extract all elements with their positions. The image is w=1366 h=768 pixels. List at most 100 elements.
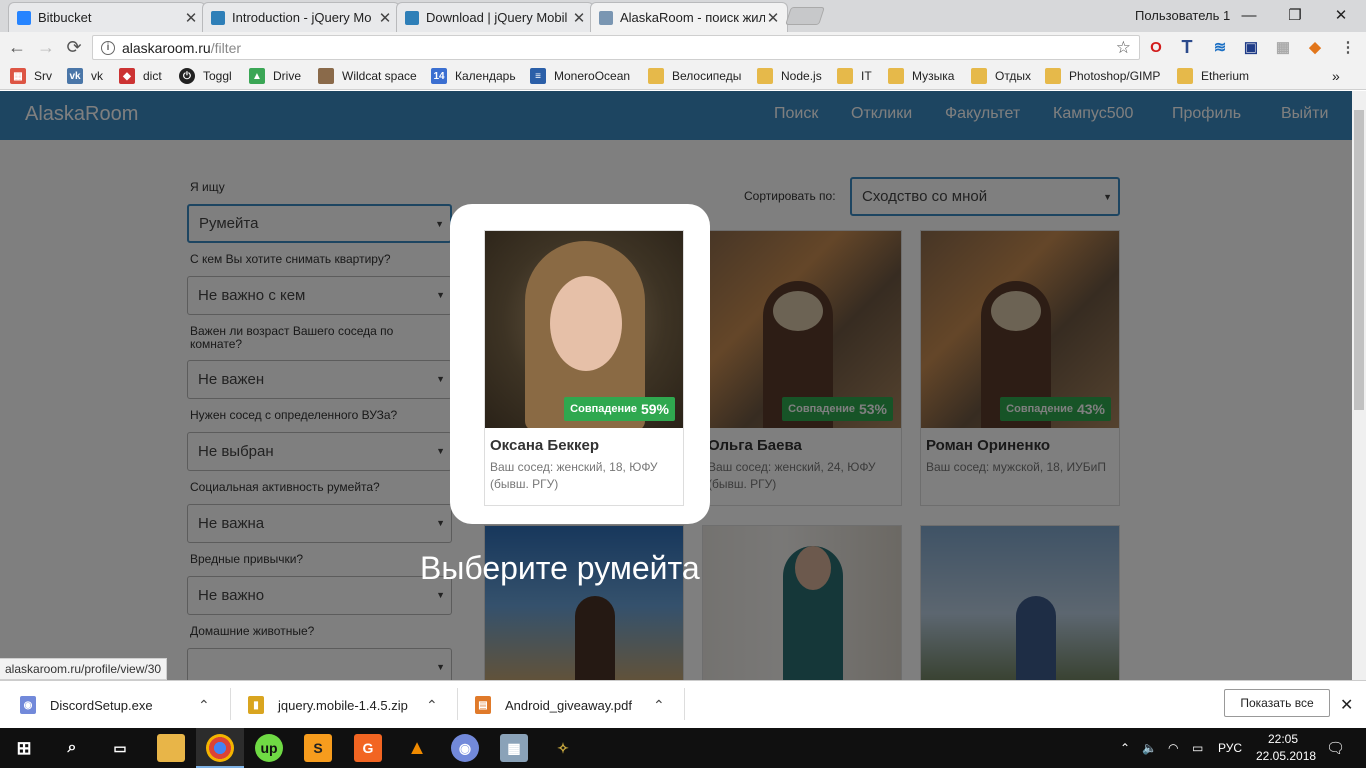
clock-date: 22.05.2018: [1256, 749, 1317, 763]
minimize-button[interactable]: —: [1226, 0, 1272, 30]
url-path: /filter: [210, 39, 242, 56]
download-separator: [230, 688, 231, 720]
download-menu-chevron[interactable]: ⌃: [426, 688, 438, 722]
bookmark-folder-photoshop[interactable]: Photoshop/GIMP: [1045, 66, 1160, 86]
upwork-icon[interactable]: up: [255, 734, 283, 762]
bookmark-toggl[interactable]: ⏻ Toggl: [179, 66, 232, 86]
card-name: Оксана Беккер: [490, 437, 600, 454]
alaskaroom-icon: [599, 10, 613, 25]
forward-button[interactable]: →: [35, 36, 57, 58]
tab-alaskaroom[interactable]: AlaskaRoom - поиск жил ✕: [590, 2, 788, 32]
bookmark-folder-etherium[interactable]: Etherium: [1177, 66, 1249, 86]
back-button[interactable]: ←: [6, 36, 28, 58]
calendar-icon: 14: [431, 68, 447, 84]
wave-icon[interactable]: ≋: [1210, 37, 1230, 57]
search-icon[interactable]: ⌕: [58, 734, 86, 762]
menu-icon[interactable]: ⋮: [1338, 37, 1358, 57]
extension-icon[interactable]: ▣: [1241, 37, 1261, 57]
translate-icon[interactable]: T: [1177, 37, 1197, 57]
bitbucket-icon: [17, 10, 31, 25]
new-tab-button[interactable]: [785, 7, 825, 25]
download-item[interactable]: ▮ jquery.mobile-1.4.5.zip: [248, 688, 408, 722]
dict-icon: ◆: [119, 68, 135, 84]
toggl-icon: ⏻: [179, 68, 195, 84]
vlc-icon[interactable]: ▲: [403, 734, 431, 762]
bookmark-vk[interactable]: vk vk: [67, 66, 103, 86]
url-host: alaskaroom.ru: [122, 39, 211, 56]
app-gecko-icon[interactable]: ✧: [549, 734, 577, 762]
page-scrollbar-thumb[interactable]: [1354, 110, 1364, 410]
bookmark-folder-bikes[interactable]: Велосипеды: [648, 66, 741, 86]
roommate-card-highlighted[interactable]: Совпадение 59% Оксана Беккер Ваш сосед: ж…: [484, 230, 684, 506]
extension-grey-icon[interactable]: ▦: [1273, 37, 1293, 57]
close-icon[interactable]: ✕: [765, 9, 781, 27]
bookmark-folder-rest[interactable]: Отдых: [971, 66, 1031, 86]
jquery-icon: [405, 10, 419, 25]
bookmarks-more-button[interactable]: »: [1332, 66, 1340, 86]
tab-jquery-intro[interactable]: Introduction - jQuery Mo ✕: [202, 2, 400, 32]
profile-user-label[interactable]: Пользователь 1: [1135, 0, 1230, 30]
profile-photo: Совпадение 59%: [485, 231, 683, 428]
card-description: Ваш сосед: женский, 18, ЮФУ (бывш. РГУ): [490, 460, 658, 491]
tab-jquery-download[interactable]: Download | jQuery Mobil ✕: [396, 2, 594, 32]
discord-icon: ◉: [20, 696, 36, 714]
bookmark-moneroocean[interactable]: ≡ MoneroOcean: [530, 66, 630, 86]
app-icon[interactable]: ▦: [500, 734, 528, 762]
bookmark-dict[interactable]: ◆ dict: [119, 66, 162, 86]
sublime-icon[interactable]: S: [304, 734, 332, 762]
clock-time: 22:05: [1267, 732, 1299, 746]
tray-chevron-icon[interactable]: ⌃: [1120, 728, 1130, 768]
star-icon[interactable]: ☆: [1116, 38, 1131, 58]
page-viewport: AlaskaRoom Поиск Отклики Факультет Кампу…: [0, 91, 1352, 680]
download-menu-chevron[interactable]: ⌃: [653, 688, 665, 722]
download-item[interactable]: ◉ DiscordSetup.exe: [20, 688, 153, 722]
bookmark-drive[interactable]: ▲ Drive: [249, 66, 301, 86]
show-all-downloads-button[interactable]: Показать все: [1224, 689, 1330, 717]
task-view-icon[interactable]: ▭: [106, 734, 134, 762]
wifi-icon[interactable]: ◠: [1168, 728, 1178, 768]
download-menu-chevron[interactable]: ⌃: [198, 688, 210, 722]
folder-icon: [971, 68, 987, 84]
bookmark-wildcat[interactable]: Wildcat space: [318, 66, 417, 86]
reload-button[interactable]: ⟳: [63, 36, 85, 58]
close-icon[interactable]: ✕: [183, 9, 199, 27]
taskbar-clock[interactable]: 22:05 22.05.2018: [1256, 731, 1317, 765]
tab-bitbucket[interactable]: Bitbucket ✕: [8, 2, 206, 32]
folder-icon: [757, 68, 773, 84]
metamask-icon[interactable]: ◆: [1305, 37, 1325, 57]
folder-icon: [888, 68, 904, 84]
download-item[interactable]: ▤ Android_giveaway.pdf: [475, 688, 632, 722]
close-icon[interactable]: ✕: [377, 9, 393, 27]
info-icon[interactable]: i: [101, 40, 115, 55]
maximize-button[interactable]: ❐: [1272, 0, 1318, 30]
close-window-button[interactable]: ✕: [1318, 0, 1364, 30]
bookmark-folder-music[interactable]: Музыка: [888, 66, 954, 86]
gimp-icon[interactable]: G: [354, 734, 382, 762]
photo-face: [550, 276, 622, 371]
pdf-icon: ▤: [475, 696, 491, 714]
bookmark-srv[interactable]: ▦ Srv: [10, 66, 52, 86]
bookmark-folder-nodejs[interactable]: Node.js: [757, 66, 822, 86]
language-indicator[interactable]: РУС: [1218, 728, 1242, 768]
status-bar-url: alaskaroom.ru/profile/view/30: [0, 658, 168, 680]
discord-icon[interactable]: ◉: [451, 734, 479, 762]
close-icon[interactable]: ✕: [571, 9, 587, 27]
drive-icon: ▲: [249, 68, 265, 84]
close-downloads-button[interactable]: ✕: [1340, 688, 1353, 722]
folder-icon: [837, 68, 853, 84]
bookmark-calendar[interactable]: 14 Календарь: [431, 66, 516, 86]
bookmark-folder-it[interactable]: IT: [837, 66, 872, 86]
chrome-icon[interactable]: [206, 734, 234, 762]
file-explorer-icon[interactable]: [157, 734, 185, 762]
download-separator: [457, 688, 458, 720]
battery-icon[interactable]: ▭: [1192, 728, 1203, 768]
notifications-icon[interactable]: 🗨: [1326, 728, 1345, 768]
folder-icon: [648, 68, 664, 84]
address-bar[interactable]: i alaskaroom.ru /filter ☆: [92, 35, 1140, 60]
opera-icon[interactable]: O: [1146, 37, 1166, 57]
tab-title: Introduction - jQuery Mo: [232, 10, 372, 25]
windows-start-icon[interactable]: ⊞: [10, 734, 38, 762]
volume-icon[interactable]: 🔈: [1142, 728, 1157, 768]
tab-title: Bitbucket: [38, 10, 92, 25]
folder-icon: [1177, 68, 1193, 84]
